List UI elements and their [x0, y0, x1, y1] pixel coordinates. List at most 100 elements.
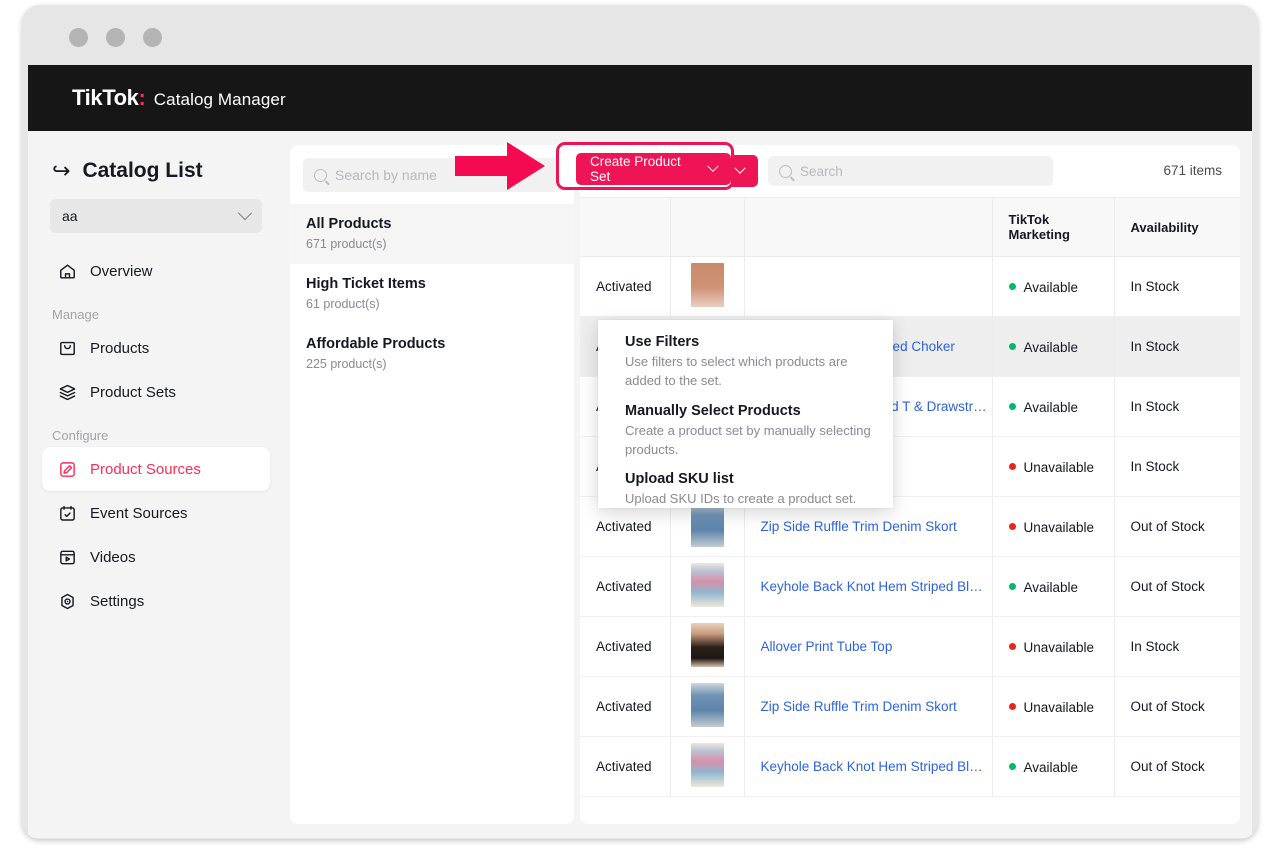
cell-name: [744, 257, 992, 317]
calendar-check-icon: [58, 504, 77, 523]
marketing-status: Available: [1024, 339, 1079, 354]
set-count: 671 product(s): [306, 237, 558, 251]
product-name-link[interactable]: Allover Print Tube Top: [761, 639, 989, 654]
sidebar: ↩ Catalog List aa Overview Manage: [28, 131, 284, 838]
catalog-select-dropdown[interactable]: aa: [50, 199, 262, 233]
cell-marketing: Unavailable: [992, 497, 1114, 557]
status-dot-available: [1009, 403, 1016, 410]
menu-item-description: Use filters to select which products are…: [625, 353, 873, 391]
menu-item-use-filters[interactable]: Use Filters Use filters to select which …: [598, 334, 893, 391]
cell-marketing: Available: [992, 737, 1114, 797]
cell-marketing: Unavailable: [992, 437, 1114, 497]
brand-logo[interactable]: TikTok : Catalog Manager: [72, 85, 286, 111]
chevron-down-icon: [708, 161, 719, 172]
marketing-status: Available: [1024, 759, 1079, 774]
sidebar-item-videos[interactable]: Videos: [42, 535, 270, 579]
sidebar-item-overview[interactable]: Overview: [42, 249, 270, 293]
cell-image: [670, 617, 744, 677]
catalog-select-value: aa: [62, 208, 78, 224]
list-item[interactable]: Affordable Products 225 product(s): [290, 324, 574, 384]
set-name: High Ticket Items: [306, 276, 558, 292]
sidebar-item-label: Event Sources: [90, 505, 188, 522]
sidebar-item-product-sources[interactable]: Product Sources: [42, 447, 270, 491]
right-arrow-annotation: [455, 140, 547, 192]
product-name-link[interactable]: Keyhole Back Knot Hem Striped BlousE: [761, 579, 989, 594]
product-name-link[interactable]: Zip Side Ruffle Trim Denim Skort: [761, 519, 989, 534]
marketing-status: Unavailable: [1024, 459, 1095, 474]
cell-availability: In Stock: [1114, 377, 1240, 437]
sidebar-item-event-sources[interactable]: Event Sources: [42, 491, 270, 535]
menu-item-description: Upload SKU IDs to create a product set.: [625, 490, 873, 509]
cell-image: [670, 677, 744, 737]
status-dot-available: [1009, 343, 1016, 350]
sidebar-item-label: Product Sources: [90, 461, 201, 478]
back-arrow-icon[interactable]: ↩: [52, 160, 70, 182]
cell-availability: Out of Stock: [1114, 497, 1240, 557]
search-icon: [779, 165, 792, 178]
table-row[interactable]: Activated Available In Stock: [580, 257, 1240, 317]
items-count-label: 671 items: [1163, 163, 1222, 178]
window-minimize-button[interactable]: [106, 28, 125, 47]
sidebar-item-products[interactable]: Products: [42, 326, 270, 370]
cell-marketing: Available: [992, 557, 1114, 617]
set-name: Affordable Products: [306, 336, 558, 352]
bag-icon: [58, 339, 77, 358]
chevron-down-icon: [238, 206, 252, 220]
table-row[interactable]: Activated Allover Print Tube Top Unavail…: [580, 617, 1240, 677]
cell-name: Zip Side Ruffle Trim Denim Skort: [744, 677, 992, 737]
product-search-input[interactable]: Search: [768, 156, 1053, 186]
tiktok-wordmark: TikTok: [72, 85, 138, 111]
catalog-list-header[interactable]: ↩ Catalog List: [52, 159, 203, 183]
cell-availability: In Stock: [1114, 437, 1240, 497]
browser-window-frame: TikTok : Catalog Manager ↩ Catalog List …: [22, 5, 1258, 839]
video-icon: [58, 548, 77, 567]
page-title: Catalog List: [82, 159, 202, 183]
status-dot-available: [1009, 283, 1016, 290]
product-thumbnail: [691, 563, 724, 607]
chevron-down-icon: [734, 163, 745, 174]
sidebar-item-settings[interactable]: Settings: [42, 579, 270, 623]
marketing-status: Available: [1024, 279, 1079, 294]
sidebar-item-label: Overview: [90, 263, 153, 280]
marketing-status: Available: [1024, 579, 1079, 594]
status-dot-unavailable: [1009, 523, 1016, 530]
product-name-link[interactable]: Keyhole Back Knot Hem Striped BlousE: [761, 759, 989, 774]
sidebar-item-label: Videos: [90, 549, 136, 566]
page-body: ↩ Catalog List aa Overview Manage: [28, 131, 1252, 838]
window-close-button[interactable]: [69, 28, 88, 47]
list-item[interactable]: All Products 671 product(s): [290, 204, 574, 264]
cell-availability: In Stock: [1114, 317, 1240, 377]
status-dot-unavailable: [1009, 643, 1016, 650]
column-header-status: [580, 198, 670, 257]
marketing-status: Unavailable: [1024, 699, 1095, 714]
cell-status: Activated: [580, 617, 670, 677]
sidebar-item-product-sets[interactable]: Product Sets: [42, 370, 270, 414]
table-row[interactable]: Activated Keyhole Back Knot Hem Striped …: [580, 557, 1240, 617]
window-maximize-button[interactable]: [143, 28, 162, 47]
menu-item-upload-sku-list[interactable]: Upload SKU list Upload SKU IDs to create…: [598, 471, 893, 509]
status-dot-available: [1009, 763, 1016, 770]
status-dot-available: [1009, 583, 1016, 590]
menu-item-title: Upload SKU list: [625, 471, 873, 487]
product-name-link[interactable]: Zip Side Ruffle Trim Denim Skort: [761, 699, 989, 714]
sidebar-section-configure: Configure: [28, 428, 284, 443]
cell-status: Activated: [580, 677, 670, 737]
list-item[interactable]: High Ticket Items 61 product(s): [290, 264, 574, 324]
sidebar-nav: Overview Manage Products: [28, 249, 284, 623]
cell-status: Activated: [580, 557, 670, 617]
menu-item-manually-select-products[interactable]: Manually Select Products Create a produc…: [598, 403, 893, 460]
cell-status: Activated: [580, 257, 670, 317]
menu-item-title: Use Filters: [625, 334, 873, 350]
product-thumbnail: [691, 743, 724, 787]
cell-marketing: Available: [992, 317, 1114, 377]
cell-marketing: Available: [992, 257, 1114, 317]
table-row[interactable]: Activated Keyhole Back Knot Hem Striped …: [580, 737, 1240, 797]
sidebar-section-manage: Manage: [28, 307, 284, 322]
table-row[interactable]: Activated Zip Side Ruffle Trim Denim Sko…: [580, 677, 1240, 737]
create-product-set-button-highlighted[interactable]: Create Product Set: [576, 153, 731, 185]
set-count: 61 product(s): [306, 297, 558, 311]
product-set-list: All Products 671 product(s) High Ticket …: [290, 204, 574, 384]
window-titlebar: [22, 5, 1258, 65]
app-title: Catalog Manager: [154, 90, 286, 110]
table-header-row: TikTok Marketing Availability: [580, 198, 1240, 257]
